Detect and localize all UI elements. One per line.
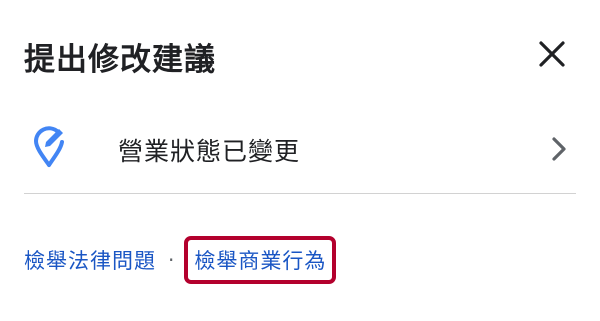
dialog-title: 提出修改建議 [24, 42, 216, 78]
dialog-header: 提出修改建議 [24, 28, 576, 80]
report-business-practice-link[interactable]: 檢舉商業行為 [194, 245, 326, 275]
report-legal-issue-link[interactable]: 檢舉法律問題 [24, 245, 156, 275]
link-separator: · [168, 248, 175, 272]
highlight-box: 檢舉商業行為 [184, 236, 337, 284]
pin-edit-icon [33, 126, 64, 167]
suggest-edit-dialog: 提出修改建議 營業狀態已變更 檢舉法律問題 · 檢舉商業行為 [0, 0, 600, 321]
footer-links: 檢舉法律問題 · 檢舉商業行為 [24, 236, 337, 284]
divider [24, 193, 576, 194]
close-icon [539, 41, 565, 67]
chevron-right-icon [552, 137, 566, 161]
option-label: 營業狀態已變更 [118, 137, 301, 166]
close-button[interactable] [534, 36, 570, 72]
option-business-status-changed[interactable]: 營業狀態已變更 [24, 110, 576, 190]
